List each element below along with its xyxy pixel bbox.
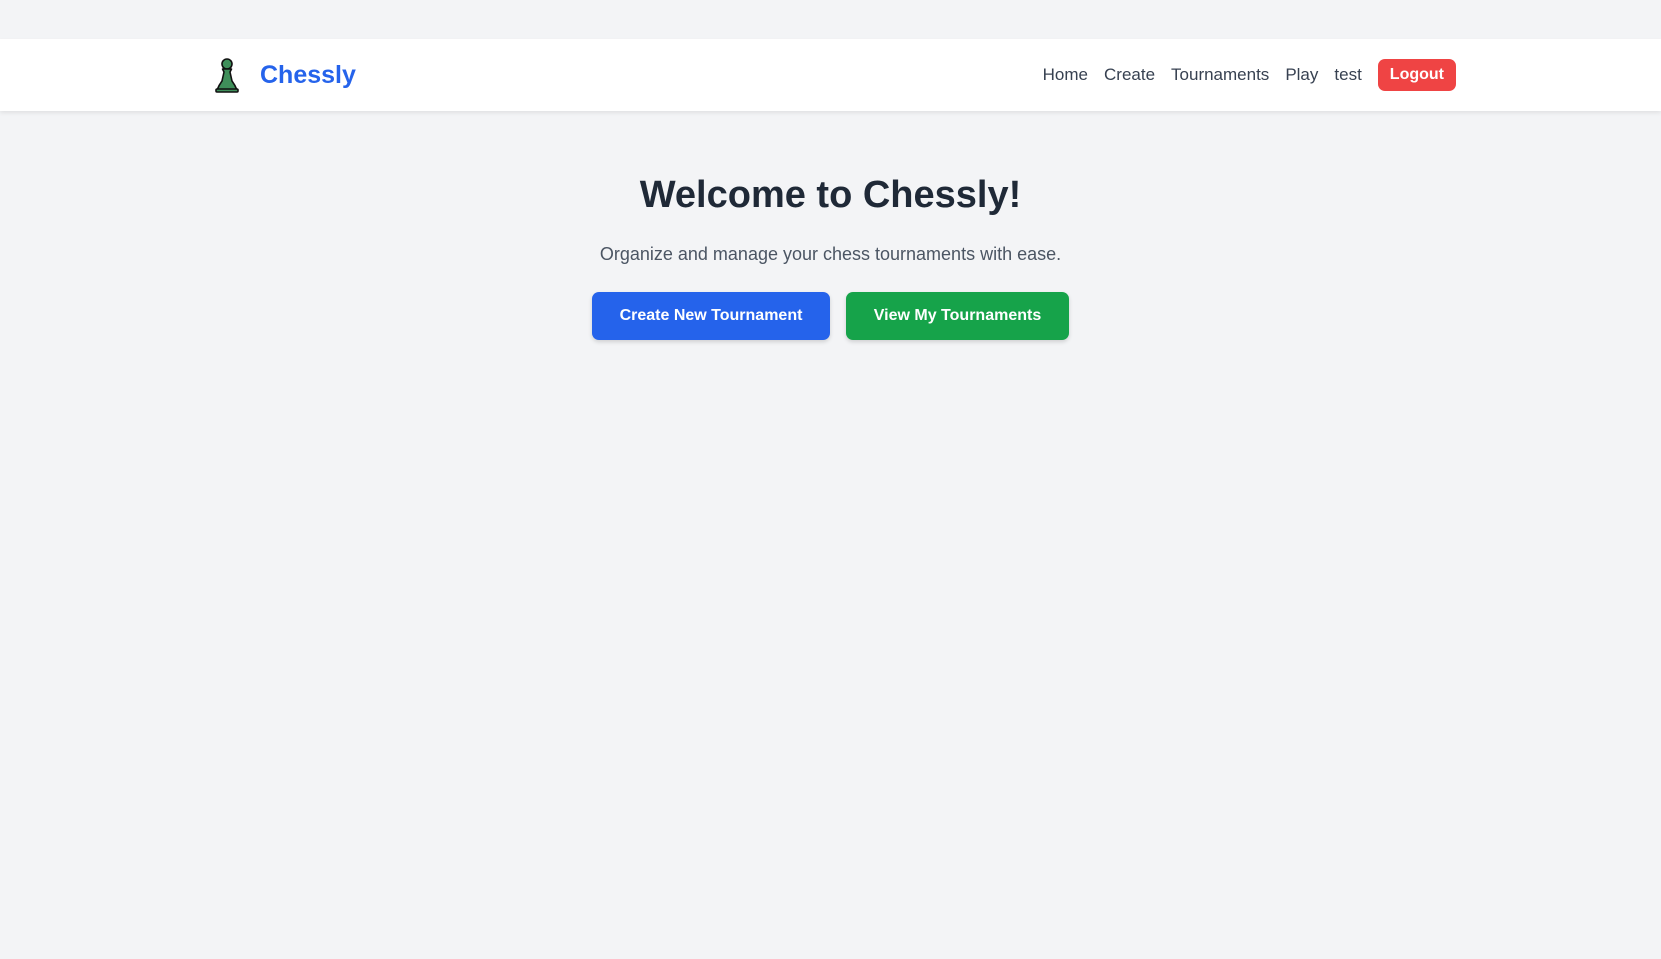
chess-pawn-icon bbox=[212, 57, 242, 93]
current-username: test bbox=[1334, 65, 1362, 84]
nav-link-play[interactable]: Play bbox=[1285, 65, 1318, 85]
top-navbar: Chessly Home Create Tournaments Play tes… bbox=[0, 39, 1661, 111]
brand-name: Chessly bbox=[260, 60, 356, 89]
hero-actions: Create New Tournament View My Tournament… bbox=[0, 292, 1661, 340]
view-my-tournaments-button[interactable]: View My Tournaments bbox=[846, 292, 1069, 340]
page-title: Welcome to Chessly! bbox=[639, 174, 1022, 216]
create-new-tournament-button[interactable]: Create New Tournament bbox=[592, 292, 830, 340]
brand-logo-link[interactable]: Chessly bbox=[212, 55, 356, 95]
page-subtitle: Organize and manage your chess tournamen… bbox=[599, 244, 1062, 264]
main-nav: Home Create Tournaments Play test Logout bbox=[1027, 59, 1456, 91]
nav-link-create[interactable]: Create bbox=[1104, 65, 1155, 85]
nav-link-home[interactable]: Home bbox=[1043, 65, 1088, 85]
nav-link-tournaments[interactable]: Tournaments bbox=[1171, 65, 1269, 85]
logout-button[interactable]: Logout bbox=[1377, 59, 1456, 91]
hero-section: Welcome to Chessly! Organize and manage … bbox=[0, 170, 1661, 340]
